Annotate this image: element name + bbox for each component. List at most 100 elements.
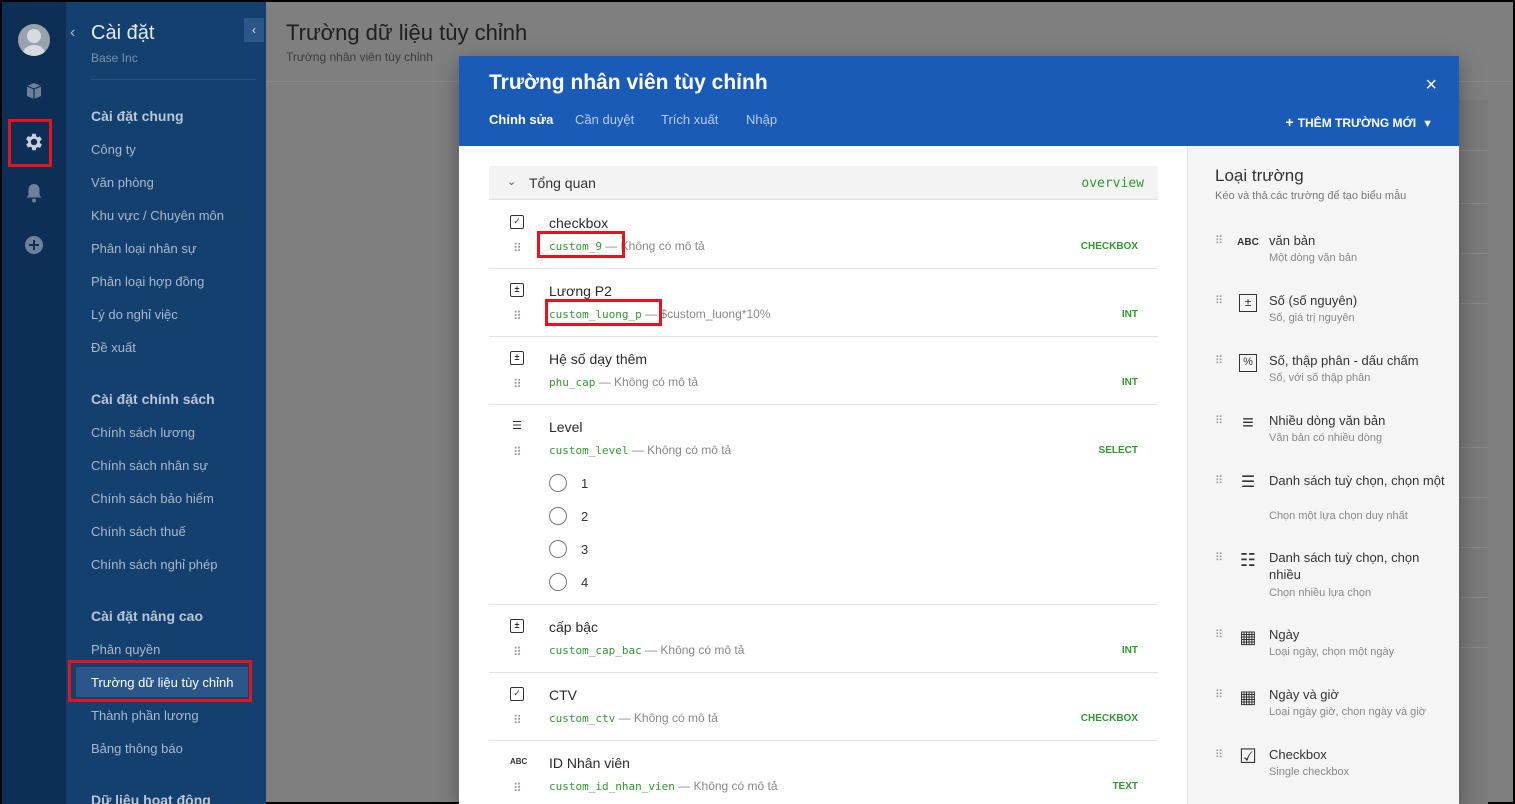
box-icon[interactable] — [22, 80, 46, 104]
drag-handle-icon[interactable]: ⠿ — [1215, 688, 1223, 701]
select-option[interactable]: 4 — [549, 573, 669, 593]
drag-handle-icon[interactable]: ⠿ — [1215, 748, 1223, 761]
settings-sidebar: ‹ Cài đặt Base Inc ‹ Cài đặt chung Công … — [66, 2, 266, 804]
avatar[interactable] — [18, 24, 50, 56]
plus-circle-icon[interactable] — [22, 234, 46, 258]
palette-type-checkbox[interactable]: ⠿ ☑ Checkbox Single checkbox — [1215, 746, 1445, 786]
drag-handle-icon[interactable]: ⠿ — [513, 445, 522, 459]
multi-select-icon: ☷ — [1239, 550, 1257, 570]
drag-handle-icon[interactable]: ⠿ — [513, 713, 522, 727]
field-label: checkbox — [549, 215, 609, 231]
palette-type-integer[interactable]: ⠿ ± Số (số nguyên) Số, giá trị nguyên — [1215, 292, 1445, 332]
integer-icon: ± — [1239, 294, 1257, 312]
fields-content: ⌄ Tổng quan overview ✓ ⠿ checkbox custom… — [459, 146, 1187, 804]
tab-edit[interactable]: Chỉnh sửa — [489, 112, 553, 127]
palette-type-desc: Single checkbox — [1269, 766, 1350, 778]
radio-button[interactable] — [549, 573, 567, 591]
field-type-badge: INT — [1121, 645, 1138, 656]
palette-type-name: Ngày và giờ — [1269, 687, 1339, 702]
sidebar-item-salary-policy[interactable]: Chính sách lương — [91, 425, 195, 440]
drag-handle-icon[interactable]: ⠿ — [1215, 354, 1223, 367]
sidebar-item-announcements[interactable]: Bảng thông báo — [91, 741, 183, 756]
drag-handle-icon[interactable]: ⠿ — [1215, 628, 1223, 641]
close-icon[interactable]: × — [1425, 74, 1437, 97]
palette-type-decimal[interactable]: ⠿ % Số, thập phân - dấu chấm Số, với số … — [1215, 352, 1445, 392]
group-name: Tổng quan — [529, 175, 596, 191]
select-option[interactable]: 3 — [549, 540, 669, 560]
field-label: cấp bậc — [549, 619, 599, 635]
drag-handle-icon[interactable]: ⠿ — [1215, 234, 1223, 247]
sidebar-title: Cài đặt — [91, 22, 155, 44]
palette-type-text[interactable]: ⠿ ABC văn bản Một dòng văn bản — [1215, 232, 1445, 272]
chevron-down-icon[interactable]: ⌄ — [507, 175, 516, 188]
drag-handle-icon[interactable]: ⠿ — [1215, 474, 1223, 487]
drag-handle-icon[interactable]: ⠿ — [513, 309, 522, 323]
gear-icon[interactable] — [22, 131, 46, 155]
add-field-button[interactable]: + THÊM TRƯỜNG MỚI ▼ — [1286, 114, 1434, 130]
sidebar-item-office[interactable]: Văn phòng — [91, 175, 154, 190]
modal-title: Trường nhân viên tùy chỉnh — [489, 71, 768, 94]
field-row[interactable]: ± ⠿ Hệ số dạy thêm phu_cap — Không có mô… — [489, 337, 1158, 405]
radio-button[interactable] — [549, 474, 567, 492]
field-desc: $custom_luong*10% — [660, 307, 771, 321]
field-label: ID Nhân viên — [549, 755, 630, 771]
select-option[interactable]: 2 — [549, 507, 669, 527]
sidebar-item-salary-components[interactable]: Thành phần lương — [91, 708, 199, 723]
bell-icon[interactable] — [22, 182, 46, 206]
group-overview[interactable]: ⌄ Tổng quan overview — [489, 166, 1158, 200]
section-general: Cài đặt chung — [91, 108, 184, 124]
field-row[interactable]: ± ⠿ cấp bậc custom_cap_bac — Không có mô… — [489, 605, 1158, 673]
field-label: Lương P2 — [549, 283, 612, 299]
palette-type-desc: Loại ngày, chọn một ngày — [1269, 646, 1395, 658]
drag-handle-icon[interactable]: ⠿ — [513, 241, 522, 255]
field-row[interactable]: ☰ ⠿ Level custom_level — Không có mô tả … — [489, 405, 1158, 605]
drag-handle-icon[interactable]: ⠿ — [513, 377, 522, 391]
palette-type-multiline[interactable]: ⠿ ≡ Nhiều dòng văn bản Văn bản có nhiều … — [1215, 412, 1445, 452]
plus-icon: + — [1285, 114, 1294, 130]
tab-pending[interactable]: Cần duyệt — [575, 112, 634, 127]
sidebar-item-leave-policy[interactable]: Chính sách nghỉ phép — [91, 557, 217, 572]
field-type-badge: CHECKBOX — [1080, 241, 1138, 252]
radio-button[interactable] — [549, 507, 567, 525]
collapse-sidebar-button[interactable]: ‹ — [244, 18, 264, 42]
palette-type-name: Nhiều dòng văn bản — [1269, 413, 1386, 428]
sidebar-item-contract-type[interactable]: Phân loại hợp đồng — [91, 274, 204, 289]
palette-type-datetime[interactable]: ⠿ ▦ Ngày và giờ Loại ngày giờ, chọn ngày… — [1215, 686, 1445, 726]
tab-export[interactable]: Trích xuất — [661, 112, 718, 127]
drag-handle-icon[interactable]: ⠿ — [513, 781, 522, 795]
palette-type-multi-select[interactable]: ⠿ ☷ Danh sách tuỳ chọn, chọn nhiều Chọn … — [1215, 549, 1445, 605]
palette-type-desc: Chọn một lựa chọn duy nhất — [1269, 510, 1408, 522]
drag-handle-icon[interactable]: ⠿ — [1215, 551, 1223, 564]
sidebar-item-staff-type[interactable]: Phân loại nhân sự — [91, 241, 197, 256]
radio-button[interactable] — [549, 540, 567, 558]
palette-type-single-select[interactable]: ⠿ ☰ Danh sách tuỳ chọn, chọn một Chọn mộ… — [1215, 472, 1445, 528]
drag-handle-icon[interactable]: ⠿ — [1215, 294, 1223, 307]
field-row[interactable]: ✓ ⠿ CTV custom_ctv — Không có mô tả CHEC… — [489, 673, 1158, 741]
back-icon[interactable]: ‹ — [70, 24, 75, 42]
field-row[interactable]: ± ⠿ Lương P2 custom_luong_p — $custom_lu… — [489, 269, 1158, 337]
select-option[interactable]: 1 — [549, 474, 669, 494]
field-row[interactable]: ABC ⠿ ID Nhân viên custom_id_nhan_vien —… — [489, 741, 1158, 804]
sidebar-item-proposal[interactable]: Đề xuất — [91, 340, 136, 355]
palette-title: Loại trường — [1215, 166, 1304, 185]
palette-type-date[interactable]: ⠿ ▦ Ngày Loại ngày, chọn một ngày — [1215, 626, 1445, 666]
field-row[interactable]: ✓ ⠿ checkbox custom_9 — Không có mô tả C… — [489, 201, 1158, 269]
sidebar-item-permissions[interactable]: Phân quyền — [91, 642, 160, 657]
palette-type-desc: Văn bản có nhiều dòng — [1269, 432, 1383, 444]
field-desc: Không có mô tả — [647, 443, 732, 457]
palette-type-desc: Một dòng văn bản — [1269, 252, 1358, 264]
integer-icon: ± — [510, 351, 524, 365]
integer-icon: ± — [510, 283, 524, 297]
sidebar-item-hr-policy[interactable]: Chính sách nhân sự — [91, 458, 208, 473]
sidebar-item-region[interactable]: Khu vực / Chuyên môn — [91, 208, 224, 223]
sidebar-item-insurance-policy[interactable]: Chính sách bảo hiểm — [91, 491, 214, 506]
sidebar-item-resign-reason[interactable]: Lý do nghỉ việc — [91, 307, 178, 322]
field-key: phu_cap — [549, 376, 596, 389]
sidebar-item-tax-policy[interactable]: Chính sách thuế — [91, 524, 186, 539]
drag-handle-icon[interactable]: ⠿ — [513, 645, 522, 659]
field-label: Level — [549, 419, 583, 435]
tab-import[interactable]: Nhập — [746, 112, 777, 127]
field-key: custom_ctv — [549, 712, 616, 725]
sidebar-item-company[interactable]: Công ty — [91, 142, 136, 157]
drag-handle-icon[interactable]: ⠿ — [1215, 414, 1223, 427]
